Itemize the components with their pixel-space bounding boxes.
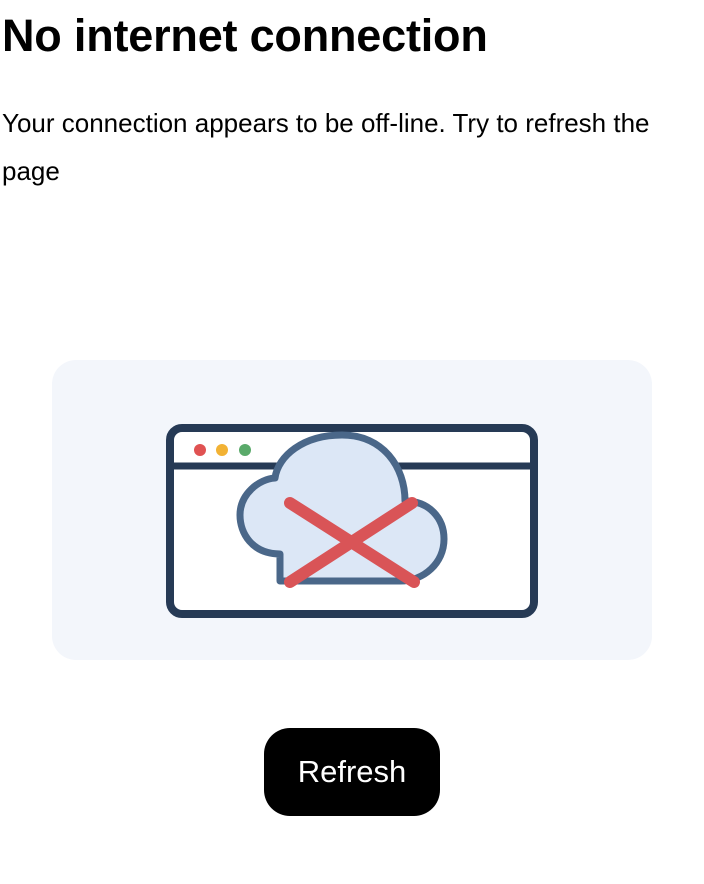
window-close-dot	[194, 444, 206, 456]
window-minimize-dot	[216, 444, 228, 456]
page-title: No internet connection	[2, 10, 488, 61]
refresh-button[interactable]: Refresh	[264, 728, 440, 816]
window-maximize-dot	[239, 444, 251, 456]
offline-browser-cloud-icon	[166, 424, 538, 618]
offline-message: Your connection appears to be off-line. …	[2, 108, 650, 186]
offline-page: No internet connection Your connection a…	[0, 0, 704, 884]
offline-illustration-card	[52, 360, 652, 660]
